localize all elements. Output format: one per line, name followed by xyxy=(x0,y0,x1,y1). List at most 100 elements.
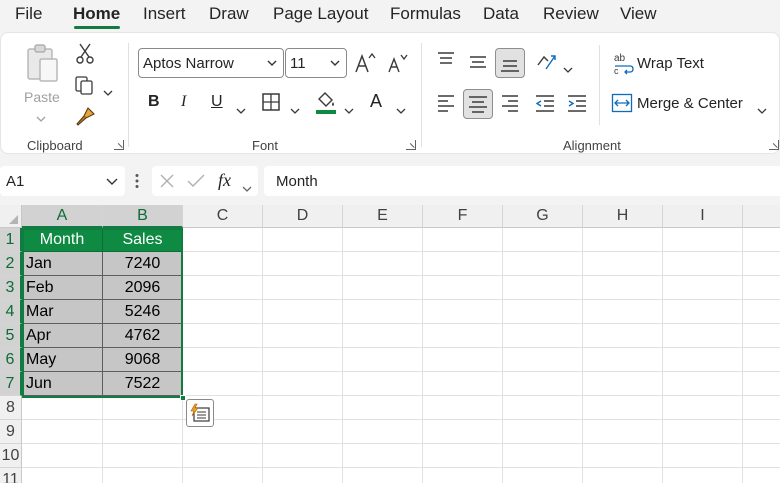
cell-j10[interactable] xyxy=(743,444,780,468)
more-options-icon[interactable] xyxy=(134,173,140,189)
insert-function-chevron-down-icon[interactable] xyxy=(242,179,252,197)
cell-c1[interactable] xyxy=(183,228,263,252)
borders-chevron-down-icon[interactable] xyxy=(290,101,300,119)
paste-chevron-down-icon[interactable] xyxy=(36,109,46,127)
tab-insert[interactable]: Insert xyxy=(143,4,186,24)
cell-b8[interactable] xyxy=(103,396,183,420)
column-header-c[interactable]: C xyxy=(183,205,263,228)
tab-formulas[interactable]: Formulas xyxy=(390,4,461,24)
font-color-button[interactable]: A xyxy=(370,91,382,112)
cell-g8[interactable] xyxy=(503,396,583,420)
worksheet-grid[interactable]: A B C D E F G H I 1 2 3 4 5 6 7 8 9 10 1… xyxy=(0,205,780,483)
cell-d8[interactable] xyxy=(263,396,343,420)
cell-j2[interactable] xyxy=(743,252,780,276)
cell-g11[interactable] xyxy=(503,468,583,483)
insert-function-button[interactable]: fx xyxy=(218,170,231,191)
cell-g3[interactable] xyxy=(503,276,583,300)
cell-d7[interactable] xyxy=(263,372,343,396)
cell-b7[interactable]: 7522 xyxy=(103,372,183,396)
tab-review[interactable]: Review xyxy=(543,4,599,24)
cell-e8[interactable] xyxy=(343,396,423,420)
cell-d10[interactable] xyxy=(263,444,343,468)
merge-center-icon[interactable] xyxy=(611,93,633,113)
wrap-text-button[interactable]: Wrap Text xyxy=(637,55,704,72)
row-header-5[interactable]: 5 xyxy=(0,324,22,348)
font-color-chevron-down-icon[interactable] xyxy=(396,101,406,119)
cell-j9[interactable] xyxy=(743,420,780,444)
cell-a2[interactable]: Jan xyxy=(22,252,103,276)
cell-e9[interactable] xyxy=(343,420,423,444)
cell-g4[interactable] xyxy=(503,300,583,324)
cell-c4[interactable] xyxy=(183,300,263,324)
cell-a10[interactable] xyxy=(22,444,103,468)
cell-i8[interactable] xyxy=(663,396,743,420)
bottom-align-button[interactable] xyxy=(495,48,525,78)
align-left-icon[interactable] xyxy=(435,92,457,114)
cell-f10[interactable] xyxy=(423,444,503,468)
cell-g10[interactable] xyxy=(503,444,583,468)
cell-f5[interactable] xyxy=(423,324,503,348)
cell-j3[interactable] xyxy=(743,276,780,300)
cell-e11[interactable] xyxy=(343,468,423,483)
cell-f11[interactable] xyxy=(423,468,503,483)
cell-c10[interactable] xyxy=(183,444,263,468)
cell-h7[interactable] xyxy=(583,372,663,396)
column-header-a[interactable]: A xyxy=(22,205,103,228)
formula-input[interactable]: Month xyxy=(264,166,780,196)
cell-j4[interactable] xyxy=(743,300,780,324)
row-header-3[interactable]: 3 xyxy=(0,276,22,300)
cell-i1[interactable] xyxy=(663,228,743,252)
column-header-b[interactable]: B xyxy=(103,205,183,228)
cell-e6[interactable] xyxy=(343,348,423,372)
align-right-icon[interactable] xyxy=(499,92,521,114)
cell-i2[interactable] xyxy=(663,252,743,276)
cell-c2[interactable] xyxy=(183,252,263,276)
name-box-chevron-down-icon[interactable] xyxy=(105,174,119,188)
cell-c3[interactable] xyxy=(183,276,263,300)
tab-data[interactable]: Data xyxy=(483,4,519,24)
tab-page-layout[interactable]: Page Layout xyxy=(273,4,368,24)
cell-d9[interactable] xyxy=(263,420,343,444)
tab-file[interactable]: File xyxy=(15,4,42,24)
cell-d3[interactable] xyxy=(263,276,343,300)
wrap-text-icon[interactable]: ab c xyxy=(613,51,635,75)
cell-f2[interactable] xyxy=(423,252,503,276)
merge-center-button[interactable]: Merge & Center xyxy=(637,95,743,112)
paste-label[interactable]: Paste xyxy=(24,89,60,105)
cancel-icon[interactable] xyxy=(158,172,176,190)
cell-b3[interactable]: 2096 xyxy=(103,276,183,300)
row-header-1[interactable]: 1 xyxy=(0,228,22,252)
cell-j6[interactable] xyxy=(743,348,780,372)
cell-j5[interactable] xyxy=(743,324,780,348)
cell-j11[interactable] xyxy=(743,468,780,483)
tab-home[interactable]: Home xyxy=(73,4,120,24)
cell-b5[interactable]: 4762 xyxy=(103,324,183,348)
cell-d6[interactable] xyxy=(263,348,343,372)
row-header-10[interactable]: 10 xyxy=(0,444,22,468)
orientation-icon[interactable] xyxy=(534,49,558,73)
cell-e10[interactable] xyxy=(343,444,423,468)
cell-f9[interactable] xyxy=(423,420,503,444)
enter-check-icon[interactable] xyxy=(186,172,206,190)
cell-i3[interactable] xyxy=(663,276,743,300)
cell-c5[interactable] xyxy=(183,324,263,348)
row-header-6[interactable]: 6 xyxy=(0,348,22,372)
cell-g2[interactable] xyxy=(503,252,583,276)
copy-icon[interactable] xyxy=(73,73,97,97)
clipboard-launcher-icon[interactable] xyxy=(114,140,124,150)
cell-d11[interactable] xyxy=(263,468,343,483)
cell-d4[interactable] xyxy=(263,300,343,324)
cell-e1[interactable] xyxy=(343,228,423,252)
cell-i5[interactable] xyxy=(663,324,743,348)
cell-a11[interactable] xyxy=(22,468,103,483)
cell-h8[interactable] xyxy=(583,396,663,420)
cell-d5[interactable] xyxy=(263,324,343,348)
cell-d2[interactable] xyxy=(263,252,343,276)
cell-c6[interactable] xyxy=(183,348,263,372)
underline-button[interactable]: U xyxy=(211,93,223,111)
row-header-9[interactable]: 9 xyxy=(0,420,22,444)
cell-b10[interactable] xyxy=(103,444,183,468)
cell-e5[interactable] xyxy=(343,324,423,348)
fill-color-icon[interactable] xyxy=(314,89,338,115)
cell-h1[interactable] xyxy=(583,228,663,252)
